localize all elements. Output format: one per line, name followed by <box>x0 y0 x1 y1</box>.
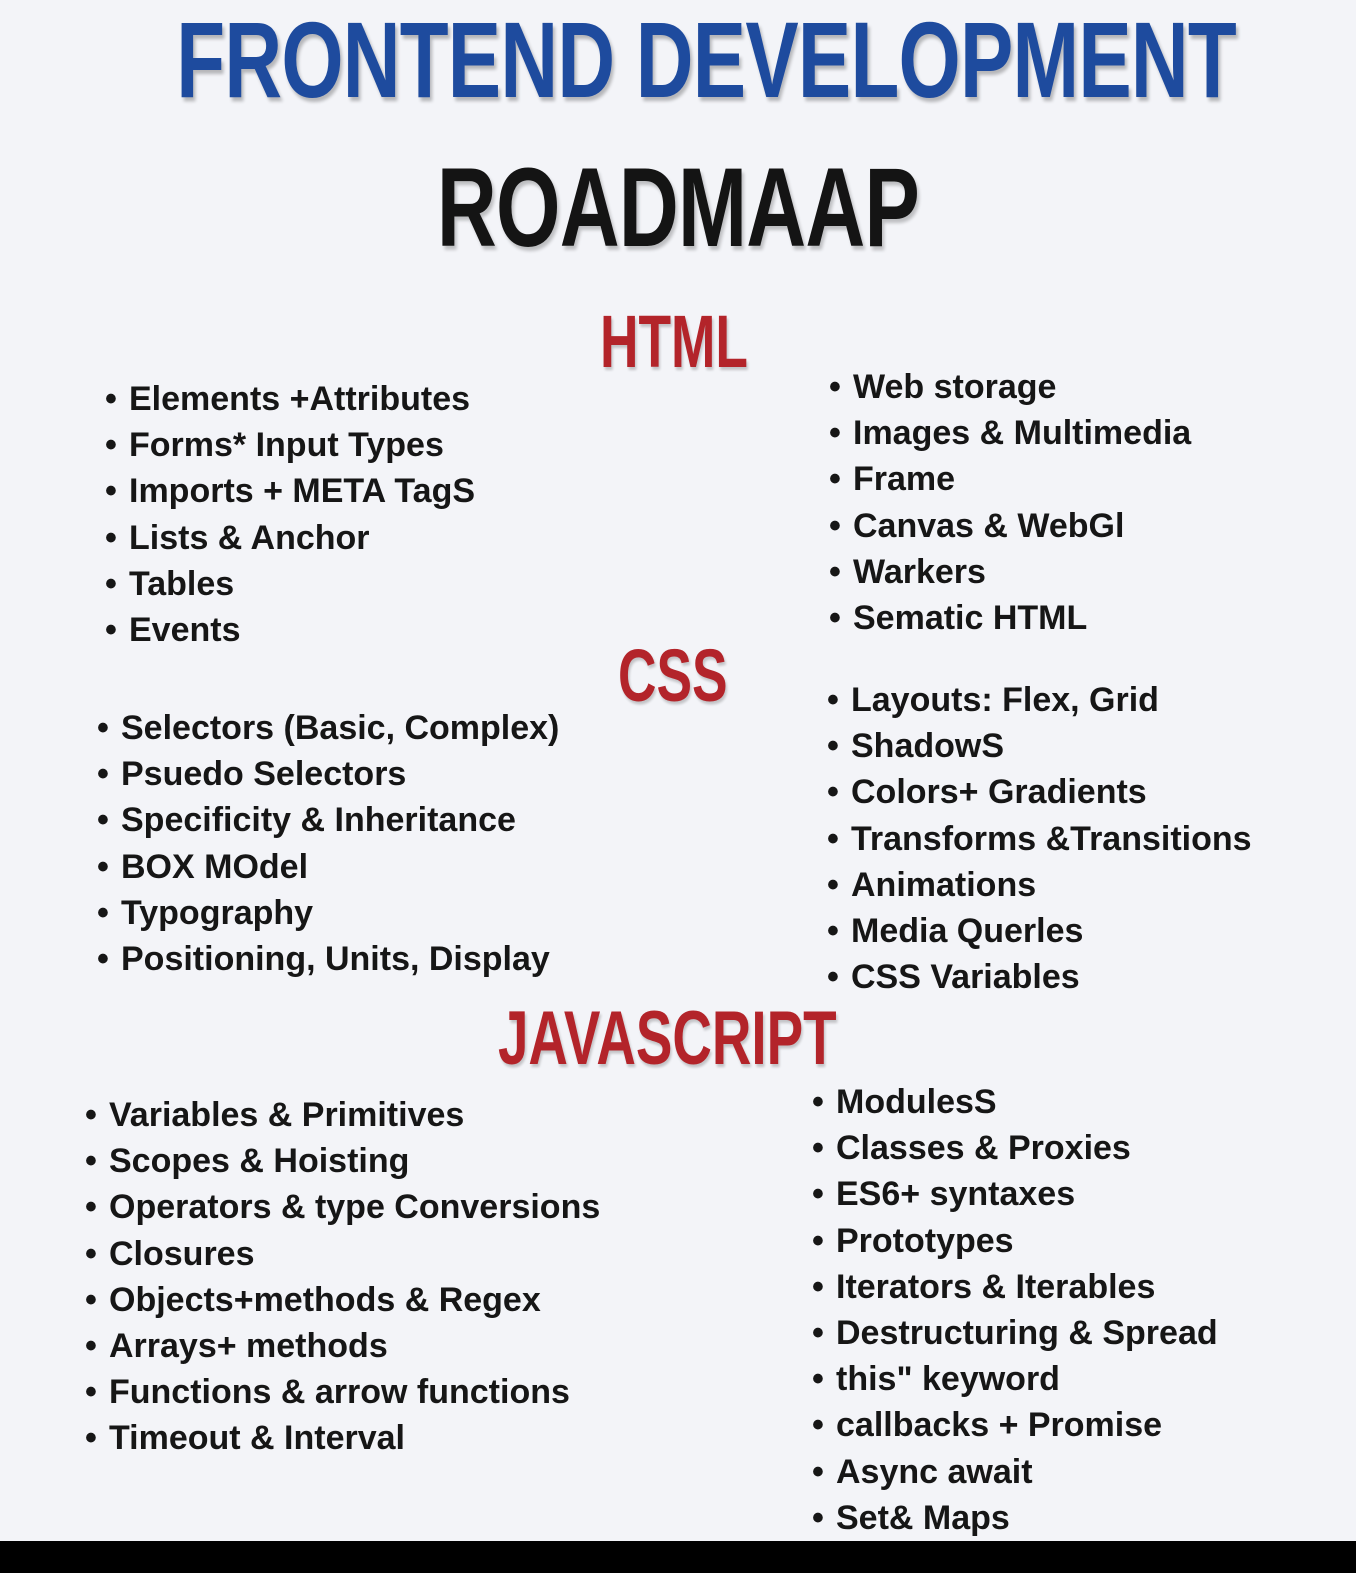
list-item: callbacks + Promise <box>812 1402 1218 1448</box>
list-item: Arrays+ methods <box>85 1323 600 1369</box>
list-item: Objects+methods & Regex <box>85 1277 600 1323</box>
list-item: Lists & Anchor <box>105 515 475 561</box>
bottom-border-bar <box>0 1541 1356 1573</box>
list-item: Operators & type Conversions <box>85 1184 600 1230</box>
list-item: Animations <box>827 862 1252 908</box>
javascript-section-heading: JAVASCRIPT <box>498 996 837 1081</box>
list-item: Warkers <box>829 549 1191 595</box>
list-item: Transforms &Transitions <box>827 816 1252 862</box>
list-item: Positioning, Units, Display <box>97 936 559 982</box>
list-item: Scopes & Hoisting <box>85 1138 600 1184</box>
list-item: CSS Variables <box>827 954 1252 1000</box>
list-item: Images & Multimedia <box>829 410 1191 456</box>
list-item: Timeout & Interval <box>85 1415 600 1461</box>
html-topics-right-list: Web storage Images & Multimedia Frame Ca… <box>829 364 1191 641</box>
html-section-heading: HTML <box>600 300 748 383</box>
list-item: Variables & Primitives <box>85 1092 600 1138</box>
list-item: Canvas & WebGl <box>829 503 1191 549</box>
list-item: Selectors (Basic, Complex) <box>97 705 559 751</box>
list-item: Set& Maps <box>812 1495 1218 1541</box>
javascript-topics-right-list: ModulesS Classes & Proxies ES6+ syntaxes… <box>812 1079 1218 1541</box>
list-item: Frame <box>829 456 1191 502</box>
list-item: Colors+ Gradients <box>827 769 1252 815</box>
list-item: Functions & arrow functions <box>85 1369 600 1415</box>
list-item: Media Querles <box>827 908 1252 954</box>
html-topics-left-list: Elements +Attributes Forms* Input Types … <box>105 376 475 653</box>
list-item: Layouts: Flex, Grid <box>827 677 1252 723</box>
page-subtitle: ROADMAAP <box>436 145 920 270</box>
list-item: Forms* Input Types <box>105 422 475 468</box>
list-item: Iterators & Iterables <box>812 1264 1218 1310</box>
list-item: Specificity & Inheritance <box>97 797 559 843</box>
css-section-heading: CSS <box>618 634 728 717</box>
list-item: Sematic HTML <box>829 595 1191 641</box>
list-item: Tables <box>105 561 475 607</box>
list-item: Prototypes <box>812 1218 1218 1264</box>
list-item: ShadowS <box>827 723 1252 769</box>
list-item: Typography <box>97 890 559 936</box>
list-item: Elements +Attributes <box>105 376 475 422</box>
list-item: Web storage <box>829 364 1191 410</box>
page-title: FRONTEND DEVELOPMENT <box>176 0 1236 120</box>
list-item: Psuedo Selectors <box>97 751 559 797</box>
javascript-topics-left-list: Variables & Primitives Scopes & Hoisting… <box>85 1092 600 1462</box>
list-item: Async await <box>812 1449 1218 1495</box>
list-item: this" keyword <box>812 1356 1218 1402</box>
css-topics-left-list: Selectors (Basic, Complex) Psuedo Select… <box>97 705 559 982</box>
list-item: Destructuring & Spread <box>812 1310 1218 1356</box>
list-item: BOX MOdel <box>97 844 559 890</box>
list-item: Closures <box>85 1231 600 1277</box>
list-item: ES6+ syntaxes <box>812 1171 1218 1217</box>
list-item: Imports + META TagS <box>105 468 475 514</box>
list-item: ModulesS <box>812 1079 1218 1125</box>
css-topics-right-list: Layouts: Flex, Grid ShadowS Colors+ Grad… <box>827 677 1252 1001</box>
list-item: Classes & Proxies <box>812 1125 1218 1171</box>
list-item: Events <box>105 607 475 653</box>
